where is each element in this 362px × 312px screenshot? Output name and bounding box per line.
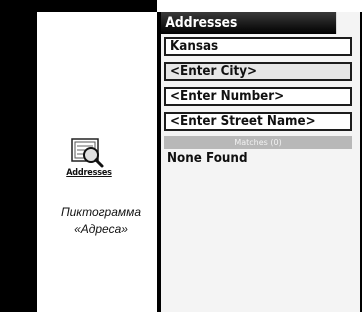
city-field-value: <Enter City> (170, 64, 258, 79)
number-field-value: <Enter Number> (170, 89, 285, 104)
caption-line-1: Пиктограмма (60, 205, 142, 219)
state-field-value: Kansas (170, 39, 219, 54)
icon-label: Addresses (66, 168, 112, 178)
left-black-bar (0, 0, 37, 312)
device-screen: Addresses Kansas <Enter City> <Enter Num… (161, 12, 360, 312)
state-field[interactable]: Kansas (164, 37, 352, 56)
figure-caption: Пиктограмма «Адреса» (30, 204, 172, 238)
caption-line-2: «Адреса» (74, 222, 128, 236)
screen-title: Addresses (161, 12, 337, 34)
gps-device-frame: Addresses Kansas <Enter City> <Enter Num… (157, 12, 362, 312)
result-text: None Found (167, 151, 248, 166)
matches-count-bar: Matches (0) (164, 136, 352, 149)
top-black-block (37, 0, 157, 12)
street-name-field-value: <Enter Street Name> (170, 114, 316, 129)
city-field[interactable]: <Enter City> (164, 62, 352, 81)
street-name-field[interactable]: <Enter Street Name> (164, 112, 352, 131)
number-field[interactable]: <Enter Number> (164, 87, 352, 106)
